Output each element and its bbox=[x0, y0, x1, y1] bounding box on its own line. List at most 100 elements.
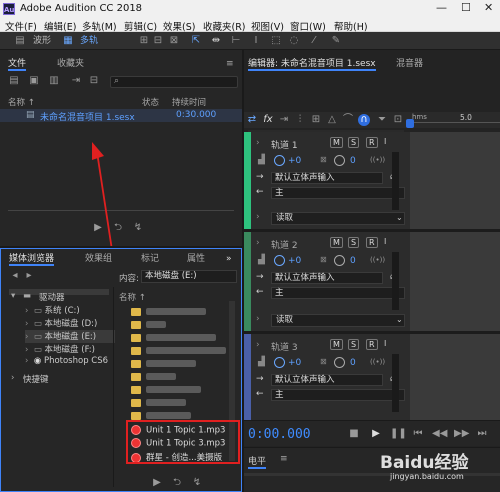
pan-knob[interactable] bbox=[334, 255, 345, 266]
list-item[interactable]: › ◉ Photoshop CS6 bbox=[25, 356, 115, 369]
razor-tool-icon[interactable]: ⇹ bbox=[210, 35, 222, 47]
eq-icon[interactable]: ⫶ bbox=[294, 114, 306, 126]
autoplay-icon[interactable]: ↯ bbox=[191, 477, 203, 489]
automation-expand-icon[interactable]: › bbox=[256, 212, 260, 225]
play-icon[interactable]: ▶ bbox=[151, 477, 163, 489]
solo-button[interactable]: S bbox=[348, 137, 360, 148]
column-status[interactable]: 状态 bbox=[142, 96, 159, 108]
automation-mode-select[interactable]: 读取 bbox=[271, 314, 405, 327]
fx-icon[interactable]: fx bbox=[262, 114, 274, 126]
sync-icon[interactable]: ⇄ bbox=[246, 114, 258, 126]
pause-icon[interactable]: ❚❚ bbox=[390, 428, 407, 440]
list-item[interactable] bbox=[131, 359, 235, 372]
menu-help[interactable]: 帮助(H) bbox=[334, 19, 368, 33]
output-select[interactable]: 主 bbox=[271, 389, 405, 401]
list-item[interactable] bbox=[131, 307, 235, 320]
loop-icon[interactable]: ⮌ bbox=[171, 477, 183, 489]
tab-files[interactable]: 文件 bbox=[8, 57, 27, 71]
track-2-lane[interactable] bbox=[410, 232, 500, 334]
panel-menu-icon[interactable]: ≡ bbox=[226, 57, 234, 71]
column-name[interactable]: 名称 ↑ bbox=[8, 96, 35, 108]
send-icon[interactable]: ⇥ bbox=[278, 114, 290, 126]
pan-knob[interactable] bbox=[334, 357, 345, 368]
track-3-lane[interactable] bbox=[410, 334, 500, 420]
list-item[interactable]: ▤ 未命名混音项目 1.sesx 0:30.000 bbox=[0, 109, 242, 123]
monitor-input-icon[interactable]: I bbox=[384, 339, 386, 348]
slip-tool-icon[interactable]: ⊢ bbox=[230, 35, 242, 47]
spectral-icon[interactable]: ⊞ bbox=[138, 35, 150, 47]
track-2[interactable]: › 轨道 2 M S R I ▟ +0 ⊠ 0 ((•)) → 默认立体声输入 … bbox=[244, 232, 410, 334]
output-select[interactable]: 主 bbox=[271, 287, 405, 299]
tab-favorites[interactable]: 收藏夹 bbox=[57, 57, 84, 71]
move-tool-icon[interactable]: ⇱ bbox=[190, 35, 202, 47]
brush-icon[interactable]: ⁄ bbox=[308, 35, 320, 47]
track-1-lane[interactable] bbox=[410, 132, 500, 232]
import-icon[interactable]: ▣ bbox=[28, 75, 40, 87]
search-input[interactable]: ⌕ bbox=[110, 76, 238, 88]
close-button[interactable]: ✕ bbox=[484, 1, 493, 14]
pan-knob[interactable] bbox=[334, 155, 345, 166]
tab-effects-rack[interactable]: 效果组 bbox=[85, 252, 112, 266]
list-item[interactable] bbox=[131, 333, 235, 346]
tab-mixer[interactable]: 混音器 bbox=[396, 57, 423, 71]
list-item[interactable] bbox=[131, 346, 235, 359]
menu-view[interactable]: 视图(V) bbox=[251, 19, 284, 33]
pan-value[interactable]: 0 bbox=[350, 156, 356, 166]
track-expand-icon[interactable]: › bbox=[256, 340, 260, 350]
track-3[interactable]: › 轨道 3 M S R I ▟ +0 ⊠ 0 ((•)) → 默认立体声输入 … bbox=[244, 334, 410, 420]
volume-knob[interactable] bbox=[274, 357, 285, 368]
tab-properties[interactable]: 属性 bbox=[187, 252, 205, 266]
automation-mode-select[interactable]: 读取 bbox=[271, 212, 405, 225]
solo-button[interactable]: S bbox=[348, 237, 360, 248]
input-select[interactable]: 默认立体声输入 bbox=[271, 272, 383, 284]
nav-back-icon[interactable]: ◂ bbox=[9, 270, 21, 282]
tab-media-browser[interactable]: 媒体浏览器 bbox=[9, 252, 55, 266]
volume-knob[interactable] bbox=[274, 155, 285, 166]
shortcuts-label[interactable]: 快捷键 bbox=[23, 373, 49, 385]
list-item[interactable]: › ▭ 本地磁盘 (F:) bbox=[25, 343, 115, 356]
input-select[interactable]: 默认立体声输入 bbox=[271, 172, 383, 184]
monitor-input-icon[interactable]: I bbox=[384, 237, 386, 246]
track-expand-icon[interactable]: › bbox=[256, 138, 260, 148]
maximize-button[interactable]: ☐ bbox=[461, 1, 471, 14]
content-select[interactable]: 本地磁盘 (E:) bbox=[141, 270, 237, 283]
tab-editor[interactable]: 编辑器: 未命名混音项目 1.sesx bbox=[248, 57, 376, 71]
column-duration[interactable]: 持续时间 bbox=[172, 96, 206, 108]
time-display[interactable]: 0:00.000 bbox=[248, 427, 311, 442]
list-item[interactable]: › ▭ 系统 (C:) bbox=[25, 304, 115, 317]
headphones-icon[interactable]: ∩ bbox=[358, 114, 370, 126]
close-file-icon[interactable]: ⊟ bbox=[88, 75, 100, 87]
metronome-icon[interactable]: △ bbox=[326, 114, 338, 126]
record-arm-button[interactable]: R bbox=[366, 137, 378, 148]
marquee-icon[interactable]: ⬚ bbox=[270, 35, 282, 47]
menu-edit[interactable]: 编辑(E) bbox=[44, 19, 76, 33]
record-arm-button[interactable]: R bbox=[366, 339, 378, 350]
volume-knob[interactable] bbox=[274, 255, 285, 266]
healing-icon[interactable]: ✎ bbox=[330, 35, 342, 47]
tab-levels[interactable]: 电平 bbox=[248, 454, 267, 469]
new-file-icon[interactable]: ▥ bbox=[48, 75, 60, 87]
mute-button[interactable]: M bbox=[330, 137, 343, 148]
marker-icon[interactable]: ⏷ bbox=[376, 114, 388, 126]
track-name[interactable]: 轨道 2 bbox=[271, 238, 298, 251]
automation-expand-icon[interactable]: › bbox=[256, 314, 260, 327]
minimize-button[interactable]: — bbox=[436, 1, 447, 14]
time-selection-icon[interactable]: I bbox=[250, 35, 262, 47]
grid-icon[interactable]: ⊡ bbox=[392, 114, 404, 126]
solo-button[interactable]: S bbox=[348, 339, 360, 350]
lasso-icon[interactable]: ◌ bbox=[288, 35, 300, 47]
output-select[interactable]: 主 bbox=[271, 187, 405, 199]
menu-file[interactable]: 文件(F) bbox=[5, 19, 37, 33]
pan-value[interactable]: 0 bbox=[350, 256, 356, 266]
timeline-ruler[interactable]: hms 5.0 bbox=[406, 112, 500, 128]
column-name[interactable]: 名称 ↑ bbox=[119, 291, 146, 303]
freq-icon[interactable]: ⊠ bbox=[168, 35, 180, 47]
list-item[interactable] bbox=[131, 372, 235, 385]
list-item[interactable] bbox=[131, 385, 235, 398]
panel-menu-icon[interactable]: ≡ bbox=[280, 454, 288, 464]
go-to-start-icon[interactable]: ⏮ bbox=[412, 428, 424, 440]
playhead[interactable] bbox=[406, 119, 414, 128]
track-expand-icon[interactable]: › bbox=[256, 238, 260, 248]
track-name[interactable]: 轨道 3 bbox=[271, 340, 298, 353]
list-item[interactable] bbox=[131, 320, 235, 333]
